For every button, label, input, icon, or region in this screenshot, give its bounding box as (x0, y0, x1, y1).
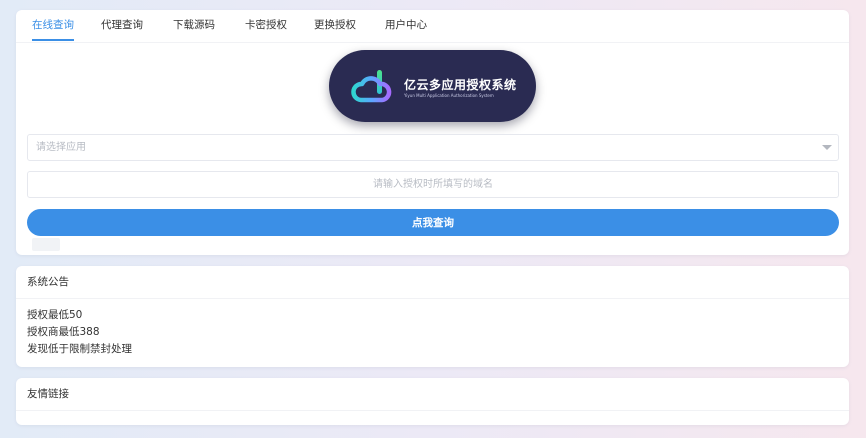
notice-line: 发现低于限制禁封处理 (27, 343, 132, 355)
links-card: 友情链接 (16, 378, 849, 425)
notice-body: 授权最低50 授权商最低388 发现低于限制禁封处理 (27, 307, 132, 358)
logo-title: 亿云多应用授权系统 (404, 78, 517, 92)
notice-title: 系统公告 (27, 276, 69, 288)
chevron-down-icon (822, 145, 832, 150)
tab-download-source[interactable]: 下载源码 (173, 10, 215, 41)
app-select-placeholder: 请选择应用 (36, 142, 86, 153)
tab-online-query[interactable]: 在线查询 (32, 10, 74, 41)
logo-subtitle: Yiyun Multi Application Authorization Sy… (404, 93, 494, 98)
tab-user-center[interactable]: 用户中心 (385, 10, 427, 41)
faint-placeholder-block (32, 238, 60, 251)
notice-line: 授权最低50 (27, 309, 83, 321)
tab-change-authorization[interactable]: 更换授权 (314, 10, 356, 41)
domain-input[interactable] (27, 171, 839, 198)
system-logo: 亿云多应用授权系统 Yiyun Multi Application Author… (329, 50, 536, 122)
cloud-logo-icon (351, 70, 392, 103)
links-header: 友情链接 (16, 378, 849, 411)
app-select[interactable]: 请选择应用 (27, 134, 839, 161)
links-title: 友情链接 (27, 388, 69, 400)
tab-card-authorize[interactable]: 卡密授权 (245, 10, 287, 41)
notice-card: 系统公告 授权最低50 授权商最低388 发现低于限制禁封处理 (16, 266, 849, 367)
notice-line: 授权商最低388 (27, 326, 100, 338)
tab-bar: 在线查询 代理查询 下载源码 卡密授权 更换授权 用户中心 (16, 10, 849, 43)
query-button[interactable]: 点我查询 (27, 209, 839, 236)
notice-header: 系统公告 (16, 266, 849, 299)
tab-agent-query[interactable]: 代理查询 (101, 10, 143, 41)
query-card: 在线查询 代理查询 下载源码 卡密授权 更换授权 用户中心 亿云多应用授权系统 (16, 10, 849, 255)
